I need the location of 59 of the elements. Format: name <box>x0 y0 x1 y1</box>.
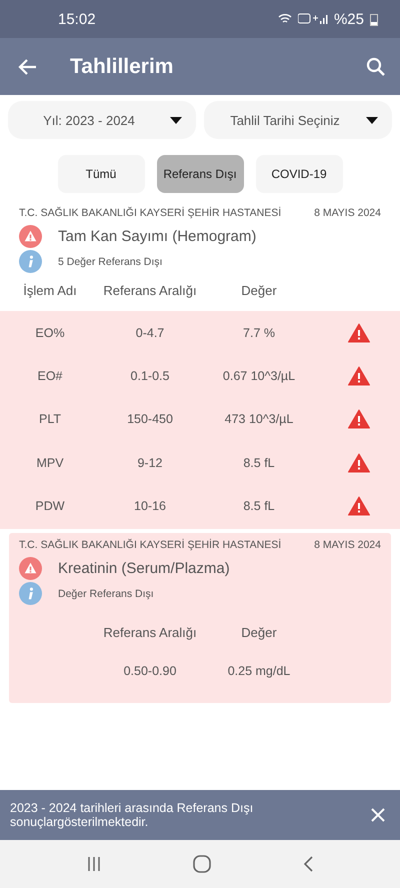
table-cell-text: PDW <box>34 498 66 513</box>
filter-dropdown[interactable]: Tahlil Tarihi Seçiniz <box>204 101 392 139</box>
home-icon[interactable] <box>192 855 211 873</box>
page-title: Tahlillerim <box>70 54 174 78</box>
wifi-icon <box>278 13 292 25</box>
table-cell-text: 0.25 mg/dL <box>226 664 292 678</box>
status-time: 15:02 <box>58 10 96 28</box>
table-cell-text: MPV <box>35 456 65 470</box>
warning-icon <box>348 452 370 473</box>
warning-icon <box>348 366 370 386</box>
dropdown-arrow-icon <box>366 116 378 124</box>
column-header: Değer <box>240 282 278 298</box>
warning-icon <box>348 322 370 343</box>
hospital-name: T.C. SAĞLIK BAKANLIĞI KAYSERİ ŞEHİR HASTANESİ <box>19 539 282 552</box>
info-icon <box>19 250 42 273</box>
test-name: Kreatinin (Serum/Plazma) <box>58 560 230 578</box>
battery-icon <box>370 12 378 26</box>
filter-tab[interactable]: Tümü <box>58 155 144 193</box>
table-cell-text: EO# <box>36 368 64 383</box>
close-button[interactable] <box>370 807 386 823</box>
warning-icon <box>348 409 370 430</box>
table-cell-text: 473 10^3/µL <box>224 412 294 426</box>
result-date: 8 MAYIS 2024 <box>314 207 381 219</box>
table-cell-text: 0.50-0.90 <box>122 664 178 678</box>
column-header: Değer <box>240 624 278 640</box>
back-icon[interactable] <box>302 856 314 872</box>
table-cell-text: 8.5 fL <box>242 498 276 513</box>
warning-icon <box>348 496 370 516</box>
column-header: Referans Aralığı <box>102 624 198 640</box>
back-button[interactable] <box>18 56 38 76</box>
filter-tab[interactable]: Referans Dışı <box>156 155 244 193</box>
filter-tab[interactable]: COVID-19 <box>256 155 342 193</box>
recent-apps-icon[interactable] <box>86 856 102 872</box>
battery-level: %25 <box>334 10 364 28</box>
table-cell-text: PLT <box>38 412 62 426</box>
table-cell-text: 150-450 <box>126 412 174 426</box>
warning-icon <box>19 225 42 248</box>
table-cell-text: 0.1-0.5 <box>130 368 170 383</box>
dropdown-arrow-icon <box>170 116 182 124</box>
result-date: 8 MAYIS 2024 <box>314 539 381 552</box>
hospital-name: T.C. SAĞLIK BAKANLIĞI KAYSERİ ŞEHİR HASTANESİ <box>19 207 282 219</box>
table-cell-text: EO% <box>34 326 66 340</box>
signal-icon <box>298 13 328 25</box>
table-cell-text: 9-12 <box>136 456 164 470</box>
out-of-range-note: 5 Değer Referans Dışı <box>58 256 162 268</box>
filter-dropdown[interactable]: Yıl: 2023 - 2024 <box>8 101 196 139</box>
column-header: İşlem Adı <box>22 282 78 298</box>
column-header: Referans Aralığı <box>102 282 198 298</box>
search-button[interactable] <box>366 56 386 76</box>
table-cell-text: 0.67 10^3/µL <box>222 368 296 383</box>
table-cell-text: 7.7 % <box>242 326 276 340</box>
warning-icon <box>19 557 42 580</box>
snackbar-message: 2023 - 2024 tarihleri arasında Referans Dışı sonuçlargösterilmektedir. <box>10 801 254 829</box>
out-of-range-note: Değer Referans Dışı <box>58 588 154 600</box>
test-name: Tam Kan Sayımı (Hemogram) <box>58 228 256 245</box>
table-cell-text: 10-16 <box>133 498 167 513</box>
info-icon <box>19 582 42 606</box>
table-cell-text: 0-4.7 <box>134 326 166 340</box>
table-cell-text: 8.5 fL <box>242 456 276 470</box>
